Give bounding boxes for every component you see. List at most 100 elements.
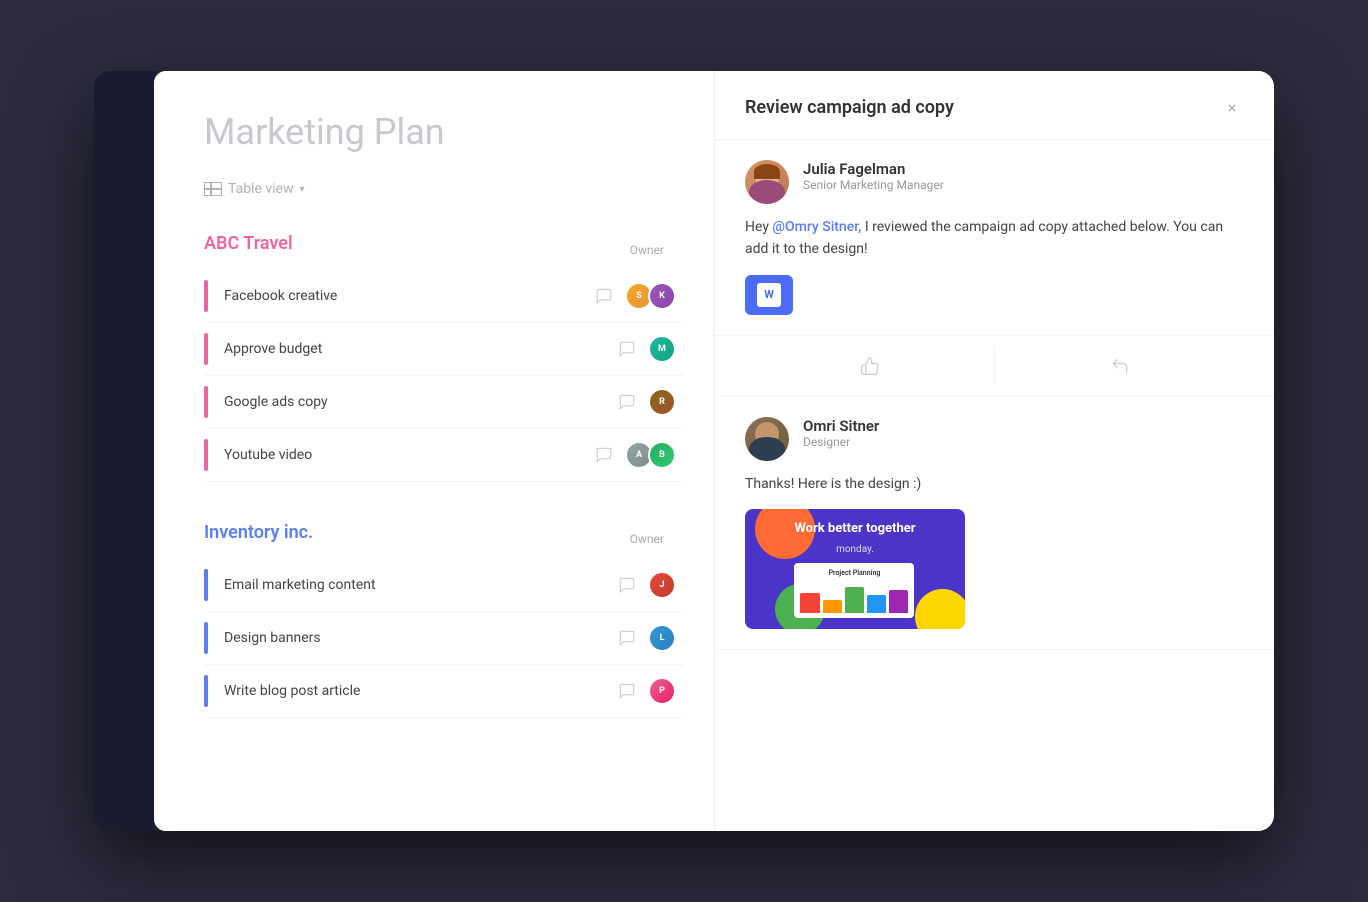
- task-actions: A B: [593, 441, 676, 469]
- owner-label-abc: Owner: [630, 243, 684, 257]
- avatar-group: R: [648, 388, 676, 416]
- chat-body: Julia Fagelman Senior Marketing Manager …: [715, 140, 1274, 831]
- task-name: Google ads copy: [224, 394, 616, 410]
- task-name: Email marketing content: [224, 577, 616, 593]
- owner-label-inventory: Owner: [630, 532, 684, 546]
- sidebar: [94, 71, 154, 831]
- view-label: Table view: [228, 181, 294, 197]
- task-name: Approve budget: [224, 341, 616, 357]
- group-title-abc-travel: ABC Travel: [204, 233, 293, 254]
- task-row[interactable]: Email marketing content J: [204, 559, 684, 612]
- message-text: Thanks! Here is the design :): [745, 473, 1244, 495]
- author-info: Omri Sitner Designer: [803, 417, 879, 449]
- task-color-bar: [204, 569, 208, 601]
- file-attachment[interactable]: W: [745, 275, 793, 315]
- chat-title: Review campaign ad copy: [745, 97, 954, 118]
- task-name: Facebook creative: [224, 288, 593, 304]
- task-color-bar: [204, 439, 208, 471]
- task-color-bar: [204, 280, 208, 312]
- avatar-group: A B: [625, 441, 676, 469]
- chat-icon[interactable]: [616, 627, 638, 649]
- message-block: Julia Fagelman Senior Marketing Manager …: [715, 140, 1274, 336]
- author-info: Julia Fagelman Senior Marketing Manager: [803, 160, 944, 192]
- chat-icon[interactable]: [593, 285, 615, 307]
- chat-icon[interactable]: [616, 574, 638, 596]
- task-row[interactable]: Google ads copy R: [204, 376, 684, 429]
- task-row[interactable]: Facebook creative S K: [204, 270, 684, 323]
- group-header-inventory: Inventory inc. Owner: [204, 522, 684, 555]
- task-row[interactable]: Youtube video A B: [204, 429, 684, 482]
- chart-bars: [800, 581, 908, 613]
- view-selector[interactable]: Table view ▾: [204, 181, 684, 197]
- avatar: B: [648, 441, 676, 469]
- avatar-group: L: [648, 624, 676, 652]
- monday-logo: monday.: [794, 544, 915, 555]
- author-name: Julia Fagelman: [803, 160, 944, 178]
- avatar-group: M: [648, 335, 676, 363]
- avatar-group: S K: [625, 282, 676, 310]
- chart-bar: [823, 600, 842, 613]
- reply-button[interactable]: [995, 348, 1244, 384]
- avatar-group: P: [648, 677, 676, 705]
- avatar: P: [648, 677, 676, 705]
- task-name: Youtube video: [224, 447, 593, 463]
- main-content: Marketing Plan Table view ▾ ABC Travel O…: [154, 71, 1274, 831]
- task-name: Write blog post article: [224, 683, 616, 699]
- task-actions: S K: [593, 282, 676, 310]
- chart-bar: [889, 590, 908, 612]
- task-color-bar: [204, 333, 208, 365]
- task-row[interactable]: Write blog post article P: [204, 665, 684, 718]
- task-color-bar: [204, 675, 208, 707]
- avatar: J: [648, 571, 676, 599]
- task-row[interactable]: Approve budget M: [204, 323, 684, 376]
- group-inventory-inc: Inventory inc. Owner Email marketing con…: [204, 522, 684, 718]
- message-text: Hey @Omry Sitner, I reviewed the campaig…: [745, 216, 1244, 261]
- deco-circle: [915, 589, 965, 629]
- design-headline: Work better together: [794, 521, 915, 538]
- avatar: M: [648, 335, 676, 363]
- task-row[interactable]: Design banners L: [204, 612, 684, 665]
- table-view-icon: [204, 182, 222, 196]
- avatar: K: [648, 282, 676, 310]
- task-color-bar: [204, 386, 208, 418]
- task-actions: M: [616, 335, 676, 363]
- chat-icon[interactable]: [593, 444, 615, 466]
- avatar: R: [648, 388, 676, 416]
- omri-avatar: [745, 417, 789, 461]
- screen-wrapper: Marketing Plan Table view ▾ ABC Travel O…: [94, 71, 1274, 831]
- like-button[interactable]: [745, 348, 995, 384]
- chart-bar: [800, 593, 819, 612]
- chat-icon[interactable]: [616, 680, 638, 702]
- design-preview: Work better together monday. Project Pla…: [745, 509, 965, 629]
- word-file-icon: W: [757, 283, 781, 307]
- message-author-row: Julia Fagelman Senior Marketing Manager: [745, 160, 1244, 204]
- design-text: Work better together monday. Project Pla…: [794, 521, 915, 618]
- chat-panel: Review campaign ad copy ×: [715, 71, 1274, 831]
- reaction-row: [715, 336, 1274, 397]
- task-actions: P: [616, 677, 676, 705]
- page-title: Marketing Plan: [204, 111, 684, 153]
- message-block: Omri Sitner Designer Thanks! Here is the…: [715, 397, 1274, 650]
- author-title: Senior Marketing Manager: [803, 178, 944, 192]
- task-name: Design banners: [224, 630, 616, 646]
- author-name: Omri Sitner: [803, 417, 879, 435]
- group-abc-travel: ABC Travel Owner Facebook creative: [204, 233, 684, 482]
- avatar: L: [648, 624, 676, 652]
- task-actions: R: [616, 388, 676, 416]
- task-actions: J: [616, 571, 676, 599]
- close-button[interactable]: ×: [1220, 95, 1244, 119]
- chart-bar: [867, 595, 886, 613]
- julia-avatar: [745, 160, 789, 204]
- avatar-group: J: [648, 571, 676, 599]
- chat-header: Review campaign ad copy ×: [715, 71, 1274, 140]
- group-title-inventory: Inventory inc.: [204, 522, 313, 543]
- message-author-row: Omri Sitner Designer: [745, 417, 1244, 461]
- chat-icon[interactable]: [616, 338, 638, 360]
- chart-title: Project Planning: [800, 569, 908, 577]
- table-panel: Marketing Plan Table view ▾ ABC Travel O…: [154, 71, 714, 831]
- mention-omry: @Omry Sitner,: [772, 219, 861, 235]
- design-chart: Project Planning: [794, 563, 914, 618]
- group-header-abc-travel: ABC Travel Owner: [204, 233, 684, 266]
- task-color-bar: [204, 622, 208, 654]
- chat-icon[interactable]: [616, 391, 638, 413]
